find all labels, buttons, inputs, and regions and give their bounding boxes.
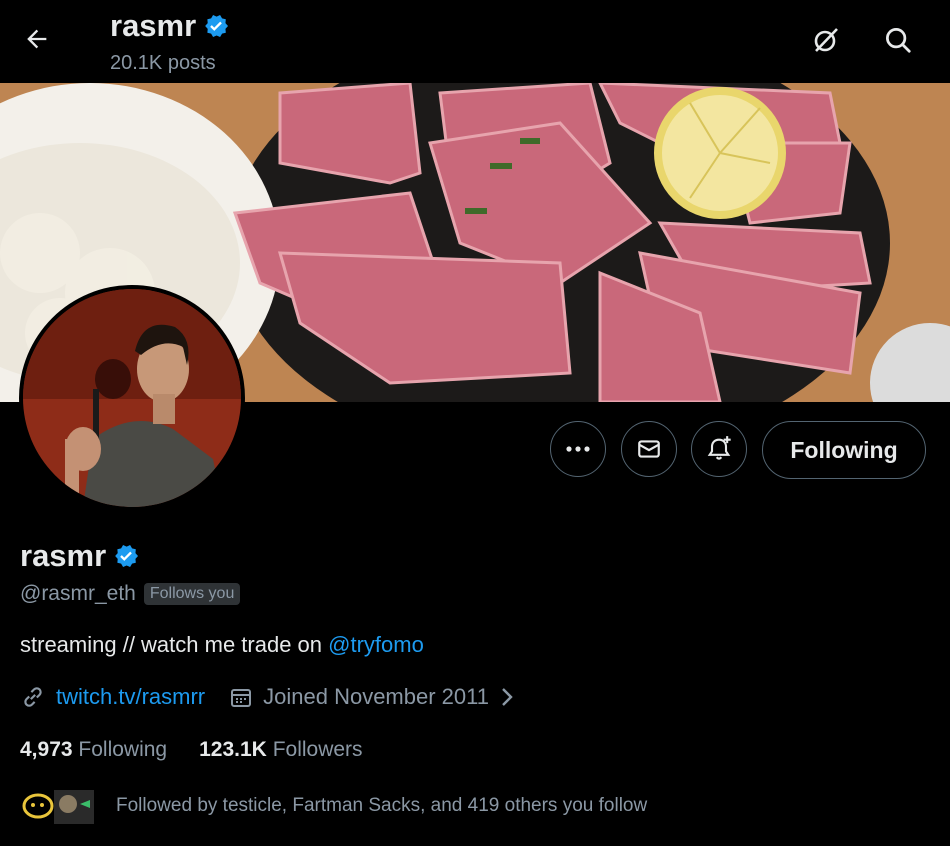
following-stat[interactable]: 4,973 Following — [20, 738, 167, 762]
avatar-image — [23, 289, 241, 507]
search-button[interactable] — [880, 22, 916, 58]
profile-stats: 4,973 Following 123.1K Followers — [20, 738, 363, 762]
following-label: Following — [78, 738, 168, 761]
profile-header-bar: rasmr 20.1K posts — [0, 0, 950, 83]
profile-name-row: rasmr — [20, 538, 140, 574]
more-options-button[interactable] — [550, 421, 606, 477]
bell-plus-icon — [707, 436, 731, 460]
arrow-left-icon — [27, 29, 47, 49]
profile-avatar[interactable] — [19, 285, 245, 511]
header-name: rasmr — [110, 8, 197, 43]
followers-stat[interactable]: 123.1K Followers — [199, 738, 362, 762]
chevron-right-icon[interactable] — [497, 686, 517, 708]
message-button[interactable] — [621, 421, 677, 477]
profile-bio: streaming // watch me trade on @tryfomo — [20, 632, 424, 658]
followed-by-row[interactable]: Followed by testicle, Fartman Sacks, and… — [20, 786, 647, 826]
search-icon — [886, 28, 911, 53]
bio-mention-link[interactable]: @tryfomo — [328, 632, 424, 657]
verified-badge-icon — [115, 545, 139, 567]
profile-name: rasmr — [20, 538, 107, 573]
handle-row: @rasmr_eth Follows you — [20, 582, 241, 606]
grok-button[interactable] — [808, 22, 844, 58]
calendar-icon — [231, 689, 252, 707]
more-horizontal-icon — [566, 446, 590, 452]
mail-icon — [638, 440, 660, 458]
profile-website-link[interactable]: twitch.tv/rasmrr — [56, 684, 205, 710]
header-title: rasmr — [110, 8, 230, 44]
followers-label: Followers — [272, 738, 363, 761]
grok-icon — [814, 28, 838, 52]
follows-you-badge: Follows you — [143, 583, 241, 605]
link-icon — [24, 687, 42, 707]
profile-meta-row: twitch.tv/rasmrr Joined November 2011 — [20, 684, 517, 710]
back-button[interactable] — [20, 22, 54, 56]
followers-count: 123.1K — [199, 738, 267, 761]
profile-handle: @rasmr_eth — [20, 582, 136, 605]
notifications-button[interactable] — [691, 421, 747, 477]
follower-avatars — [20, 788, 94, 824]
following-button[interactable]: Following — [762, 421, 926, 479]
profile-join-date[interactable]: Joined November 2011 — [263, 684, 489, 710]
header-post-count: 20.1K posts — [110, 52, 216, 74]
verified-badge-icon — [205, 15, 229, 37]
followed-by-text: Followed by testicle, Fartman Sacks, and… — [116, 795, 648, 816]
following-count: 4,973 — [20, 738, 73, 761]
bio-text: streaming // watch me trade on — [20, 632, 329, 657]
